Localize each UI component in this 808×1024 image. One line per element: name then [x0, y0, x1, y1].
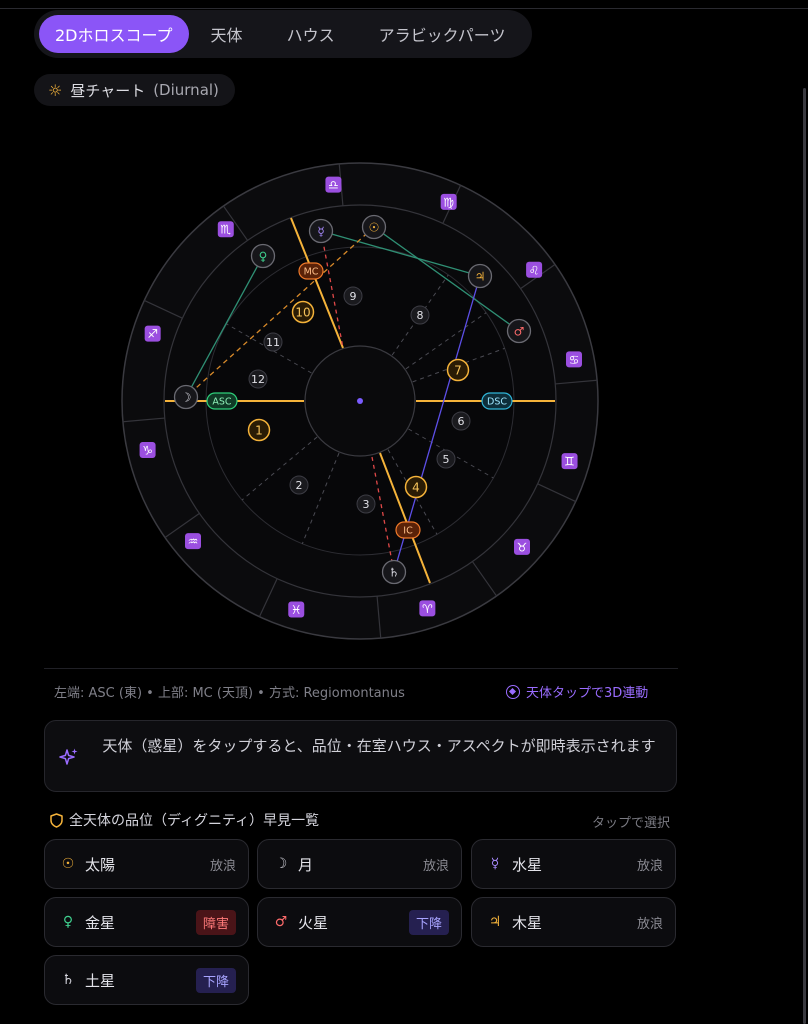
zodiac-sign-glyph: ♎ [328, 178, 339, 192]
saturn-icon: ♄ [389, 566, 400, 580]
zodiac-sign-glyph: ♌ [529, 263, 540, 277]
house-number: 4 [412, 481, 420, 495]
mc-label: MC [304, 267, 319, 278]
center-dot [357, 398, 363, 404]
mars-icon: ♂ [514, 325, 525, 339]
tap-to-select-label: タップで選択 [592, 816, 671, 831]
asc-label: ASC [212, 397, 232, 408]
dignity-title: 全天体の品位（ディグニティ）早見一覧 [69, 813, 320, 829]
house-number: 10 [295, 306, 310, 320]
house-number: 11 [266, 336, 280, 349]
house-number: 6 [458, 415, 465, 428]
planet-name: 木星 [512, 913, 543, 932]
planet-name: 月 [298, 855, 314, 874]
dignity-card-mars[interactable]: ♂ 火星 下降 [257, 897, 462, 947]
dignity-status: 放浪 [209, 858, 236, 874]
chart-orientation-info: 左端: ASC (東) • 上部: MC (天頂) • 方式: Regiomon… [54, 686, 405, 701]
tab-houses[interactable]: ハウス [265, 15, 357, 53]
dignity-card-saturn[interactable]: ♄ 土星 下降 [44, 955, 249, 1005]
section-divider [44, 668, 678, 669]
moon-glyph-icon: ☽ [274, 856, 288, 872]
house-number: 1 [255, 424, 263, 438]
house-number: 7 [454, 364, 462, 378]
zodiac-sign-glyph: ♋ [569, 353, 580, 367]
tab-planets[interactable]: 天体 [189, 15, 265, 53]
zodiac-sign-glyph: ♈ [422, 602, 433, 616]
moon-icon: ☽ [181, 391, 192, 405]
zodiac-sign-glyph: ♒ [188, 535, 199, 549]
dignity-status-badge: 障害 [195, 909, 236, 935]
house-number: 2 [296, 479, 303, 492]
zodiac-sign-glyph: ♊ [564, 455, 575, 469]
zodiac-sign-glyph: ♐ [147, 327, 158, 341]
house-number: 3 [363, 498, 370, 511]
house-number: 5 [443, 453, 450, 466]
chart-type-sub: (Diurnal) [153, 81, 219, 99]
zodiac-sign-glyph: ♉ [517, 540, 528, 554]
tap-hint-box: 天体（惑星）をタップすると、品位・在室ハウス・アスペクトが即時表示されます [44, 720, 677, 792]
chart-type-label: 昼チャート [70, 81, 146, 100]
horoscope-wheel[interactable]: ♎ ♍ ♌ ♋ ♊ ♉ ♈ ♓ ♒ ♑ ♐ ♏ ASC DSC MC IC 1 2 3 4 5 6 7 8 9 10 11 12 ☉ ☿ ♀… [0, 130, 720, 670]
sun-icon: ☉ [369, 221, 380, 235]
scrollbar[interactable] [803, 88, 806, 1024]
dignity-card-mercury[interactable]: ☿ 水星 放浪 [471, 839, 676, 889]
dignity-header: 全天体の品位（ディグニティ）早見一覧 [50, 810, 319, 830]
zodiac-sign-glyph: ♓ [291, 603, 302, 617]
top-divider [0, 8, 808, 9]
mercury-icon: ☿ [317, 225, 324, 239]
tap-hint-text: 天体（惑星）をタップすると、品位・在室ハウス・アスペクトが即時表示されます [102, 737, 656, 755]
horoscope-wheel-svg: ♎♍♌♋♊♉♈♓♒♑♐♏ASC DSCMCIC123456789101112☉☿♀… [121, 162, 599, 640]
dignity-card-jupiter[interactable]: ♃ 木星 放浪 [471, 897, 676, 947]
house-number: 9 [350, 290, 357, 303]
shield-icon [50, 812, 63, 828]
venus-icon: ♀ [259, 250, 268, 264]
dignity-status: 放浪 [636, 916, 663, 932]
dsc-label: DSC [487, 397, 507, 408]
dignity-status: 放浪 [422, 858, 449, 874]
jupiter-icon: ♃ [475, 270, 486, 284]
diurnal-chart-chip: ☼ 昼チャート (Diurnal) [34, 74, 235, 106]
view-tab-bar: 2Dホロスコープ 天体 ハウス アラビックパーツ [34, 10, 533, 58]
zodiac-sign-glyph: ♍ [443, 195, 454, 209]
sun-glyph-icon: ☉ [61, 856, 75, 872]
tab-arabic-parts[interactable]: アラビックパーツ [357, 15, 528, 53]
tab-2d-horoscope[interactable]: 2Dホロスコープ [39, 15, 189, 53]
compass-icon [506, 684, 520, 699]
dignity-status: 放浪 [636, 858, 663, 874]
planet-name: 金星 [85, 913, 116, 932]
planet-name: 水星 [512, 855, 543, 874]
planet-name: 太陽 [85, 855, 116, 874]
planet-name: 土星 [85, 971, 116, 990]
sun-icon: ☼ [48, 80, 63, 100]
dignity-status-badge: 下降 [408, 909, 449, 935]
sync-3d-link[interactable]: 天体タップで3D連動 [506, 682, 648, 701]
zodiac-sign-glyph: ♏ [220, 223, 231, 237]
ic-label: IC [403, 526, 413, 537]
house-number: 8 [417, 309, 424, 322]
saturn-glyph-icon: ♄ [61, 972, 75, 988]
dignity-card-moon[interactable]: ☽ 月 放浪 [257, 839, 462, 889]
dignity-status-badge: 下降 [195, 967, 236, 993]
sparkle-icon [59, 748, 78, 765]
mars-glyph-icon: ♂ [274, 914, 288, 930]
jupiter-glyph-icon: ♃ [488, 914, 502, 930]
sync-3d-label: 天体タップで3D連動 [526, 686, 649, 701]
venus-glyph-icon: ♀ [62, 914, 74, 930]
zodiac-sign-glyph: ♑ [142, 444, 153, 458]
mercury-glyph-icon: ☿ [490, 856, 500, 872]
planet-name: 火星 [298, 913, 329, 932]
dignity-card-venus[interactable]: ♀ 金星 障害 [44, 897, 249, 947]
dignity-card-sun[interactable]: ☉ 太陽 放浪 [44, 839, 249, 889]
house-number: 12 [251, 373, 265, 386]
